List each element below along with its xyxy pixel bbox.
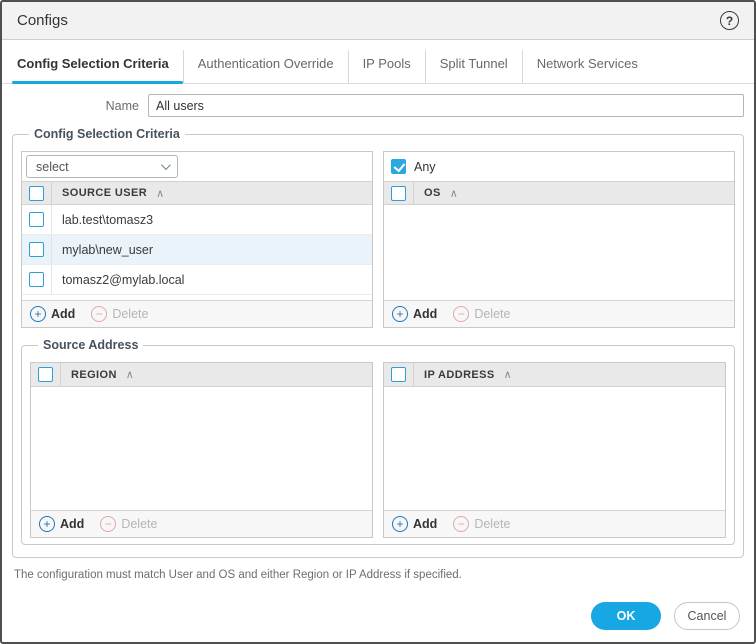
chevron-down-icon [160, 160, 171, 171]
add-source-user-button[interactable]: + Add [30, 306, 75, 322]
source-user-select-all-cell [22, 182, 52, 204]
add-os-button[interactable]: + Add [392, 306, 437, 322]
name-row: Name [12, 94, 744, 117]
tab-authentication-override[interactable]: Authentication Override [182, 50, 348, 83]
region-footer: + Add − Delete [31, 510, 372, 537]
delete-region-button[interactable]: − Delete [100, 516, 157, 532]
os-select-all-cell [384, 182, 414, 204]
source-address-panels: REGION ∧ + Add − Delete IP ADDRESS ∧ + A… [30, 362, 726, 538]
delete-ip-address-button[interactable]: − Delete [453, 516, 510, 532]
sort-ascending-icon: ∧ [125, 369, 135, 381]
os-table: Any OS ∧ + Add − Delete [383, 151, 735, 328]
os-any-row: Any [384, 152, 734, 181]
source-user-filter-row: select [22, 152, 372, 181]
region-table: REGION ∧ + Add − Delete [30, 362, 373, 538]
tab-ip-pools[interactable]: IP Pools [347, 50, 425, 83]
tab-config-selection-criteria[interactable]: Config Selection Criteria [12, 50, 183, 84]
os-column-header[interactable]: OS ∧ [414, 182, 458, 204]
name-input[interactable] [148, 94, 744, 117]
dialog-title: Configs [17, 12, 68, 29]
tab-split-tunnel[interactable]: Split Tunnel [424, 50, 522, 83]
dialog-content: Name Config Selection Criteria select [2, 84, 754, 642]
dialog-buttons: OK Cancel [12, 602, 744, 630]
sort-ascending-icon: ∧ [503, 369, 513, 381]
source-address-group: Source Address REGION ∧ + Add − Delete I… [21, 338, 735, 545]
source-user-value: tomasz2@mylab.local [62, 272, 185, 287]
ip-address-table: IP ADDRESS ∧ + Add − Delete [383, 362, 726, 538]
delete-icon: − [453, 306, 470, 322]
ip-address-select-all-checkbox[interactable] [391, 367, 406, 382]
config-selection-criteria-group: Config Selection Criteria select SOURCE … [12, 127, 744, 558]
os-footer: + Add − Delete [384, 300, 734, 327]
ip-address-footer: + Add − Delete [384, 510, 725, 537]
tab-bar: Config Selection Criteria Authentication… [2, 40, 754, 84]
ip-address-header-row: IP ADDRESS ∧ [384, 363, 725, 387]
cancel-button[interactable]: Cancel [674, 602, 740, 630]
region-header-row: REGION ∧ [31, 363, 372, 387]
source-user-column-header[interactable]: SOURCE USER ∧ [52, 182, 165, 204]
delete-icon: − [453, 516, 470, 532]
help-icon[interactable]: ? [720, 11, 739, 30]
sort-ascending-icon: ∧ [449, 187, 459, 200]
region-select-all-checkbox[interactable] [38, 367, 53, 382]
name-label: Name [105, 98, 139, 113]
add-region-button[interactable]: + Add [39, 516, 84, 532]
user-match-select[interactable]: select [26, 155, 178, 178]
source-user-select-all-checkbox[interactable] [29, 185, 44, 201]
row-checkbox[interactable] [29, 212, 44, 227]
configs-dialog: Configs ? Config Selection Criteria Auth… [0, 0, 756, 644]
source-user-table: select SOURCE USER ∧ lab.test\tomasz3 my… [21, 151, 373, 328]
source-user-footer: + Add − Delete [22, 300, 372, 327]
region-column-header[interactable]: REGION ∧ [61, 363, 134, 386]
ip-address-column-header[interactable]: IP ADDRESS ∧ [414, 363, 512, 386]
source-address-legend: Source Address [43, 338, 139, 352]
ip-address-body [384, 387, 725, 510]
top-panels: select SOURCE USER ∧ lab.test\tomasz3 my… [21, 151, 735, 328]
add-icon: + [392, 516, 408, 532]
config-match-note: The configuration must match User and OS… [14, 569, 462, 581]
config-selection-criteria-legend: Config Selection Criteria [34, 127, 180, 141]
delete-os-button[interactable]: − Delete [453, 306, 510, 322]
os-body [384, 205, 734, 300]
table-row[interactable]: mylab\new_user [22, 235, 372, 265]
add-ip-address-button[interactable]: + Add [392, 516, 437, 532]
user-match-select-value: select [36, 159, 69, 174]
tab-network-services[interactable]: Network Services [521, 50, 652, 83]
delete-source-user-button[interactable]: − Delete [91, 306, 148, 322]
source-user-header-row: SOURCE USER ∧ [22, 181, 372, 205]
delete-icon: − [91, 306, 108, 322]
table-row[interactable]: lab.test\tomasz3 [22, 205, 372, 235]
os-any-label: Any [414, 159, 436, 174]
source-user-body: lab.test\tomasz3 mylab\new_user tomasz2@… [22, 205, 372, 300]
source-user-value: mylab\new_user [62, 242, 154, 257]
delete-icon: − [100, 516, 117, 532]
source-user-value: lab.test\tomasz3 [62, 212, 154, 227]
row-checkbox[interactable] [29, 242, 44, 257]
ok-button[interactable]: OK [591, 602, 661, 630]
ip-address-select-all-cell [384, 363, 414, 386]
table-row[interactable]: tomasz2@mylab.local [22, 265, 372, 295]
os-header-row: OS ∧ [384, 181, 734, 205]
region-select-all-cell [31, 363, 61, 386]
title-bar: Configs ? [2, 2, 754, 40]
add-icon: + [39, 516, 55, 532]
sort-ascending-icon: ∧ [156, 187, 165, 200]
row-checkbox[interactable] [29, 272, 44, 287]
region-body [31, 387, 372, 510]
add-icon: + [392, 306, 408, 322]
os-any-checkbox[interactable] [391, 159, 406, 174]
os-select-all-checkbox[interactable] [391, 185, 406, 201]
add-icon: + [30, 306, 46, 322]
